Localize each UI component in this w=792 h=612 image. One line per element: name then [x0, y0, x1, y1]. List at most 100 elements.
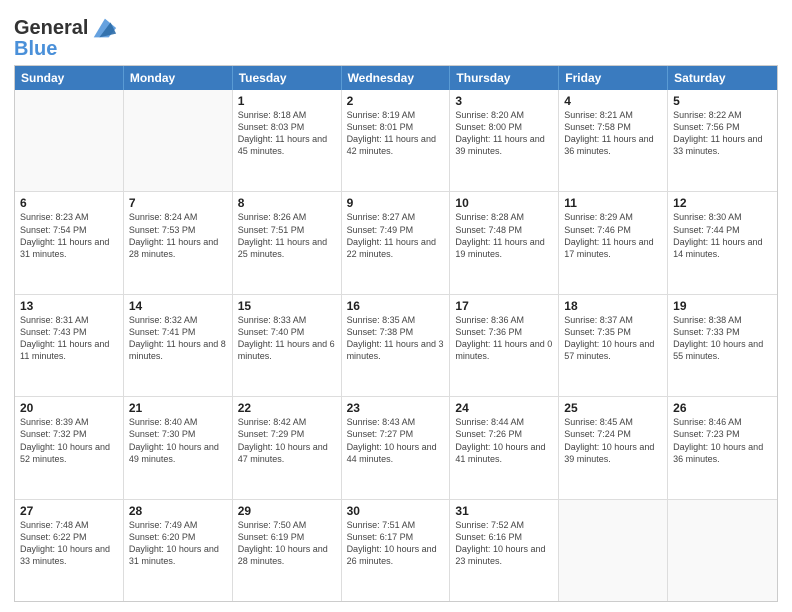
cell-info: Sunrise: 8:33 AM Sunset: 7:40 PM Dayligh… [238, 314, 336, 363]
cell-info: Sunrise: 8:45 AM Sunset: 7:24 PM Dayligh… [564, 416, 662, 465]
cell-info: Sunrise: 7:51 AM Sunset: 6:17 PM Dayligh… [347, 519, 445, 568]
calendar-row: 20Sunrise: 8:39 AM Sunset: 7:32 PM Dayli… [15, 396, 777, 498]
calendar-cell: 4Sunrise: 8:21 AM Sunset: 7:58 PM Daylig… [559, 90, 668, 191]
cell-info: Sunrise: 7:48 AM Sunset: 6:22 PM Dayligh… [20, 519, 118, 568]
calendar-cell: 30Sunrise: 7:51 AM Sunset: 6:17 PM Dayli… [342, 500, 451, 601]
cell-info: Sunrise: 8:27 AM Sunset: 7:49 PM Dayligh… [347, 211, 445, 260]
cell-info: Sunrise: 8:37 AM Sunset: 7:35 PM Dayligh… [564, 314, 662, 363]
calendar-row: 13Sunrise: 8:31 AM Sunset: 7:43 PM Dayli… [15, 294, 777, 396]
day-number: 25 [564, 401, 662, 415]
weekday-header: Friday [559, 66, 668, 90]
calendar-cell [559, 500, 668, 601]
cell-info: Sunrise: 8:19 AM Sunset: 8:01 PM Dayligh… [347, 109, 445, 158]
day-number: 28 [129, 504, 227, 518]
calendar-body: 1Sunrise: 8:18 AM Sunset: 8:03 PM Daylig… [15, 90, 777, 601]
cell-info: Sunrise: 8:28 AM Sunset: 7:48 PM Dayligh… [455, 211, 553, 260]
page: General Blue SundayMondayTuesdayWednesda… [0, 0, 792, 612]
cell-info: Sunrise: 8:31 AM Sunset: 7:43 PM Dayligh… [20, 314, 118, 363]
calendar-cell: 26Sunrise: 8:46 AM Sunset: 7:23 PM Dayli… [668, 397, 777, 498]
day-number: 30 [347, 504, 445, 518]
calendar-cell: 24Sunrise: 8:44 AM Sunset: 7:26 PM Dayli… [450, 397, 559, 498]
calendar-cell: 7Sunrise: 8:24 AM Sunset: 7:53 PM Daylig… [124, 192, 233, 293]
calendar-cell: 19Sunrise: 8:38 AM Sunset: 7:33 PM Dayli… [668, 295, 777, 396]
cell-info: Sunrise: 8:20 AM Sunset: 8:00 PM Dayligh… [455, 109, 553, 158]
day-number: 24 [455, 401, 553, 415]
calendar-cell: 3Sunrise: 8:20 AM Sunset: 8:00 PM Daylig… [450, 90, 559, 191]
day-number: 18 [564, 299, 662, 313]
calendar-cell: 17Sunrise: 8:36 AM Sunset: 7:36 PM Dayli… [450, 295, 559, 396]
calendar-cell: 13Sunrise: 8:31 AM Sunset: 7:43 PM Dayli… [15, 295, 124, 396]
weekday-header: Thursday [450, 66, 559, 90]
header: General Blue [14, 10, 778, 61]
calendar-cell: 18Sunrise: 8:37 AM Sunset: 7:35 PM Dayli… [559, 295, 668, 396]
day-number: 27 [20, 504, 118, 518]
day-number: 16 [347, 299, 445, 313]
cell-info: Sunrise: 8:21 AM Sunset: 7:58 PM Dayligh… [564, 109, 662, 158]
calendar-cell: 6Sunrise: 8:23 AM Sunset: 7:54 PM Daylig… [15, 192, 124, 293]
cell-info: Sunrise: 8:36 AM Sunset: 7:36 PM Dayligh… [455, 314, 553, 363]
cell-info: Sunrise: 8:22 AM Sunset: 7:56 PM Dayligh… [673, 109, 772, 158]
calendar-cell: 22Sunrise: 8:42 AM Sunset: 7:29 PM Dayli… [233, 397, 342, 498]
day-number: 2 [347, 94, 445, 108]
calendar: SundayMondayTuesdayWednesdayThursdayFrid… [14, 65, 778, 602]
day-number: 21 [129, 401, 227, 415]
calendar-cell: 28Sunrise: 7:49 AM Sunset: 6:20 PM Dayli… [124, 500, 233, 601]
calendar-header: SundayMondayTuesdayWednesdayThursdayFrid… [15, 66, 777, 90]
weekday-header: Wednesday [342, 66, 451, 90]
cell-info: Sunrise: 8:30 AM Sunset: 7:44 PM Dayligh… [673, 211, 772, 260]
day-number: 22 [238, 401, 336, 415]
logo-icon [90, 14, 118, 42]
calendar-cell: 9Sunrise: 8:27 AM Sunset: 7:49 PM Daylig… [342, 192, 451, 293]
day-number: 12 [673, 196, 772, 210]
cell-info: Sunrise: 8:26 AM Sunset: 7:51 PM Dayligh… [238, 211, 336, 260]
day-number: 8 [238, 196, 336, 210]
calendar-cell [15, 90, 124, 191]
cell-info: Sunrise: 8:43 AM Sunset: 7:27 PM Dayligh… [347, 416, 445, 465]
cell-info: Sunrise: 7:50 AM Sunset: 6:19 PM Dayligh… [238, 519, 336, 568]
day-number: 4 [564, 94, 662, 108]
calendar-cell: 31Sunrise: 7:52 AM Sunset: 6:16 PM Dayli… [450, 500, 559, 601]
calendar-row: 27Sunrise: 7:48 AM Sunset: 6:22 PM Dayli… [15, 499, 777, 601]
cell-info: Sunrise: 8:42 AM Sunset: 7:29 PM Dayligh… [238, 416, 336, 465]
day-number: 31 [455, 504, 553, 518]
day-number: 26 [673, 401, 772, 415]
logo: General Blue [14, 14, 118, 61]
logo-text: General [14, 17, 88, 39]
calendar-cell: 1Sunrise: 8:18 AM Sunset: 8:03 PM Daylig… [233, 90, 342, 191]
calendar-cell: 12Sunrise: 8:30 AM Sunset: 7:44 PM Dayli… [668, 192, 777, 293]
day-number: 19 [673, 299, 772, 313]
calendar-row: 6Sunrise: 8:23 AM Sunset: 7:54 PM Daylig… [15, 191, 777, 293]
calendar-cell: 27Sunrise: 7:48 AM Sunset: 6:22 PM Dayli… [15, 500, 124, 601]
day-number: 13 [20, 299, 118, 313]
calendar-cell: 5Sunrise: 8:22 AM Sunset: 7:56 PM Daylig… [668, 90, 777, 191]
cell-info: Sunrise: 8:29 AM Sunset: 7:46 PM Dayligh… [564, 211, 662, 260]
calendar-cell: 10Sunrise: 8:28 AM Sunset: 7:48 PM Dayli… [450, 192, 559, 293]
cell-info: Sunrise: 8:23 AM Sunset: 7:54 PM Dayligh… [20, 211, 118, 260]
day-number: 9 [347, 196, 445, 210]
cell-info: Sunrise: 8:39 AM Sunset: 7:32 PM Dayligh… [20, 416, 118, 465]
cell-info: Sunrise: 8:35 AM Sunset: 7:38 PM Dayligh… [347, 314, 445, 363]
day-number: 29 [238, 504, 336, 518]
calendar-cell: 25Sunrise: 8:45 AM Sunset: 7:24 PM Dayli… [559, 397, 668, 498]
cell-info: Sunrise: 7:52 AM Sunset: 6:16 PM Dayligh… [455, 519, 553, 568]
day-number: 10 [455, 196, 553, 210]
weekday-header: Monday [124, 66, 233, 90]
calendar-cell: 15Sunrise: 8:33 AM Sunset: 7:40 PM Dayli… [233, 295, 342, 396]
calendar-cell: 29Sunrise: 7:50 AM Sunset: 6:19 PM Dayli… [233, 500, 342, 601]
day-number: 3 [455, 94, 553, 108]
day-number: 14 [129, 299, 227, 313]
day-number: 17 [455, 299, 553, 313]
day-number: 5 [673, 94, 772, 108]
day-number: 6 [20, 196, 118, 210]
cell-info: Sunrise: 8:38 AM Sunset: 7:33 PM Dayligh… [673, 314, 772, 363]
weekday-header: Tuesday [233, 66, 342, 90]
day-number: 20 [20, 401, 118, 415]
calendar-cell: 23Sunrise: 8:43 AM Sunset: 7:27 PM Dayli… [342, 397, 451, 498]
calendar-cell: 14Sunrise: 8:32 AM Sunset: 7:41 PM Dayli… [124, 295, 233, 396]
calendar-cell: 20Sunrise: 8:39 AM Sunset: 7:32 PM Dayli… [15, 397, 124, 498]
cell-info: Sunrise: 8:46 AM Sunset: 7:23 PM Dayligh… [673, 416, 772, 465]
calendar-row: 1Sunrise: 8:18 AM Sunset: 8:03 PM Daylig… [15, 90, 777, 191]
cell-info: Sunrise: 8:24 AM Sunset: 7:53 PM Dayligh… [129, 211, 227, 260]
day-number: 11 [564, 196, 662, 210]
calendar-cell: 21Sunrise: 8:40 AM Sunset: 7:30 PM Dayli… [124, 397, 233, 498]
